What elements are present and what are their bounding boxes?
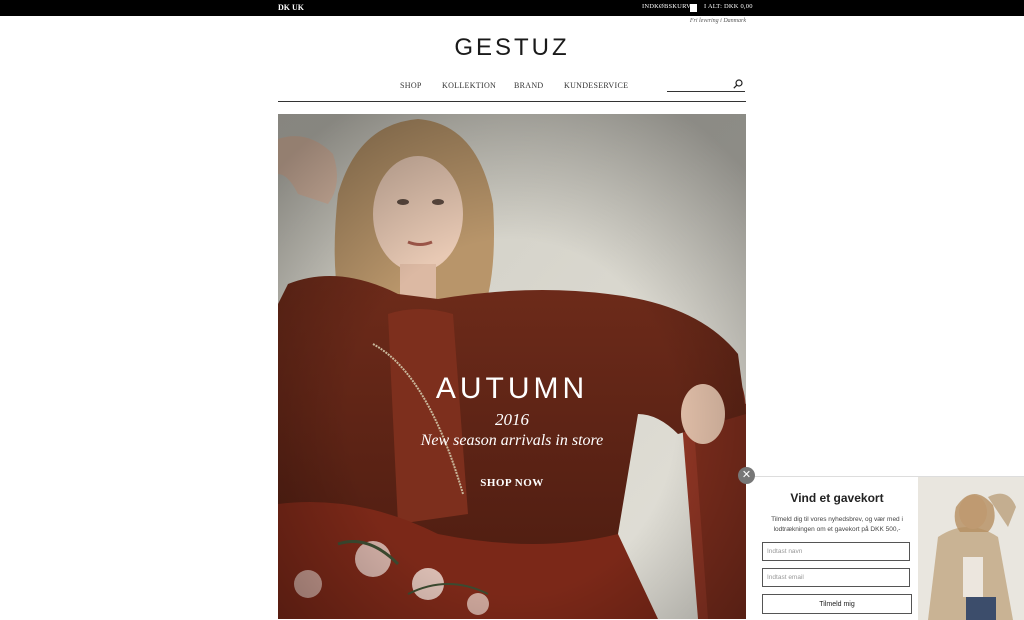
top-bar: DK UK INDKØBSKURV I ALT: DKK 0,00 (0, 0, 1024, 16)
cart-total: I ALT: DKK 0,00 (704, 3, 753, 10)
search-icon[interactable] (733, 79, 743, 89)
shop-now-button[interactable]: SHOP NOW (278, 477, 746, 489)
newsletter-popup: Vind et gavekort Tilmeld dig til vores n… (748, 476, 1024, 620)
nav-item-shop[interactable]: SHOP (400, 81, 422, 90)
language-uk-link[interactable]: UK (292, 3, 304, 12)
nav-item-kundeservice[interactable]: KUNDESERVICE (564, 81, 628, 90)
free-delivery-note: Fri levering i Danmark (689, 18, 746, 24)
language-dk-link[interactable]: DK (278, 3, 290, 12)
site-logo[interactable]: GESTUZ (0, 34, 1024, 62)
hero-title: AUTUMN (435, 372, 589, 405)
hero-subtitle: New season arrivals in store (420, 432, 604, 449)
search-input[interactable] (667, 78, 727, 90)
nav-item-brand[interactable]: BRAND (514, 81, 544, 90)
subscribe-button[interactable]: Tilmeld mig (762, 594, 912, 614)
search-bar (667, 78, 745, 92)
nav-item-kollektion[interactable]: KOLLEKTION (442, 81, 496, 90)
hero-year: 2016 (495, 410, 529, 429)
cart-link[interactable]: INDKØBSKURV (642, 3, 691, 10)
name-field[interactable] (762, 542, 910, 561)
close-icon[interactable]: ✕ (738, 467, 755, 484)
cart-icon[interactable] (690, 4, 697, 12)
popup-image (918, 477, 1024, 620)
hero-image (278, 114, 746, 619)
popup-title: Vind et gavekort (790, 491, 884, 505)
email-field[interactable] (762, 568, 910, 587)
hero-banner[interactable]: AUTUMN 2016 New season arrivals in store… (278, 114, 746, 619)
header-divider (278, 101, 746, 102)
popup-description: Tilmeld dig til vores nyhedsbrev, og vær… (771, 516, 903, 533)
